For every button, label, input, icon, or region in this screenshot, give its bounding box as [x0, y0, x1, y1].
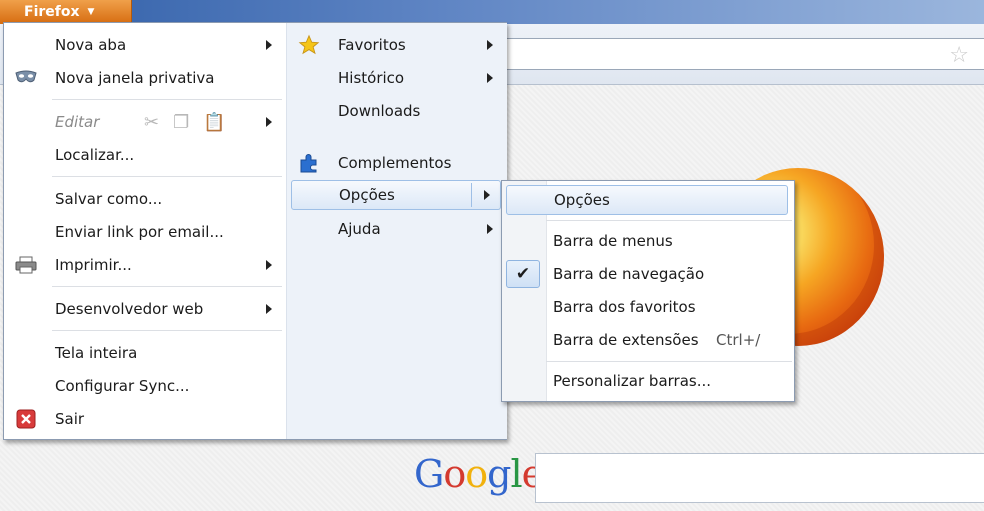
menu-item-configurar-sync[interactable]: Configurar Sync...	[4, 371, 286, 401]
chevron-down-icon: ▼	[87, 7, 95, 17]
checkmark-icon: ✔	[506, 260, 540, 288]
menu-item-label: Barra de navegação	[553, 265, 705, 283]
submenu-arrow-icon	[487, 40, 493, 50]
submenu-arrow-icon	[266, 304, 272, 314]
firefox-button-label: Firefox	[24, 4, 80, 20]
menu-item-label: Barra de extensões	[553, 331, 699, 349]
menu-item-label: Configurar Sync...	[55, 377, 190, 395]
submenu-item-barra-de-navegacao[interactable]: ✔ Barra de navegação	[502, 259, 794, 289]
menu-item-label: Editar	[55, 113, 100, 131]
menu-item-label: Desenvolvedor web	[55, 300, 204, 318]
submenu-item-barra-dos-favoritos[interactable]: Barra dos favoritos	[502, 292, 794, 322]
submenu-arrow-icon	[487, 73, 493, 83]
submenu-arrow-icon	[266, 260, 272, 270]
menu-item-label: Downloads	[338, 102, 421, 120]
menu-item-favoritos[interactable]: Favoritos	[287, 30, 507, 60]
menu-item-label: Histórico	[338, 69, 405, 87]
submenu-arrow-icon	[266, 117, 272, 127]
menu-item-label: Opções	[339, 186, 395, 204]
menu-item-label: Nova aba	[55, 36, 127, 54]
menu-separator	[52, 99, 282, 100]
private-mask-icon	[14, 66, 38, 90]
menu-item-label: Personalizar barras...	[553, 372, 712, 390]
paste-clipboard-icon: 📋	[203, 111, 226, 133]
edit-icons-group: ✂ ❐ 📋	[144, 112, 226, 133]
menu-item-downloads[interactable]: Downloads	[287, 96, 507, 126]
menu-item-imprimir[interactable]: Imprimir...	[4, 250, 286, 280]
submenu-item-barra-de-menus[interactable]: Barra de menus	[502, 226, 794, 256]
submenu-item-barra-de-extensoes[interactable]: Barra de extensões Ctrl+/	[502, 325, 794, 355]
menu-item-label: Barra de menus	[553, 232, 673, 250]
menu-separator	[546, 220, 792, 221]
url-bar[interactable]: ☆	[490, 38, 984, 70]
menu-item-label: Complementos	[338, 154, 452, 172]
close-icon	[14, 407, 38, 431]
menu-item-label: Favoritos	[338, 36, 406, 54]
printer-icon	[14, 253, 38, 277]
menu-left-column: Nova aba Nova janela privativa Editar ✂ …	[4, 23, 286, 439]
menu-item-nova-janela-privativa[interactable]: Nova janela privativa	[4, 63, 286, 93]
menu-item-label: Localizar...	[55, 146, 135, 164]
google-logo: Google	[414, 452, 544, 496]
menu-item-label: Enviar link por email...	[55, 223, 224, 241]
menu-item-ajuda[interactable]: Ajuda	[287, 214, 507, 244]
menu-separator	[52, 286, 282, 287]
search-input[interactable]	[535, 453, 984, 503]
submenu-item-opcoes[interactable]: Opções	[506, 185, 788, 215]
firefox-app-menu: Nova aba Nova janela privativa Editar ✂ …	[3, 22, 507, 440]
menu-item-label: Nova janela privativa	[55, 69, 215, 87]
menu-item-label: Ajuda	[338, 220, 381, 238]
menu-item-tela-inteira[interactable]: Tela inteira	[4, 338, 286, 368]
copy-icon: ❐	[173, 111, 190, 133]
menu-separator	[52, 330, 282, 331]
menu-separator	[52, 176, 282, 177]
bookmark-star-icon[interactable]: ☆	[949, 43, 969, 68]
menu-item-opcoes[interactable]: Opções	[291, 180, 501, 210]
submenu-item-personalizar-barras[interactable]: Personalizar barras...	[502, 366, 794, 396]
menu-item-label: Tela inteira	[55, 344, 138, 362]
window-titlebar: Firefox ▼	[0, 0, 984, 24]
star-icon	[297, 33, 321, 57]
menu-item-label: Salvar como...	[55, 190, 163, 208]
submenu-arrow-icon	[266, 40, 272, 50]
firefox-menu-button[interactable]: Firefox ▼	[0, 0, 132, 24]
menu-separator	[546, 361, 792, 362]
menu-item-label: Imprimir...	[55, 256, 132, 274]
menu-item-salvar-como[interactable]: Salvar como...	[4, 184, 286, 214]
opcoes-submenu: Opções Barra de menus ✔ Barra de navegaç…	[501, 180, 795, 402]
submenu-arrow-icon	[487, 224, 493, 234]
shortcut-label: Ctrl+/	[716, 331, 761, 349]
submenu-arrow-icon	[484, 190, 490, 200]
menu-item-enviar-link[interactable]: Enviar link por email...	[4, 217, 286, 247]
menu-item-sair[interactable]: Sair	[4, 404, 286, 434]
menu-item-complementos[interactable]: Complementos	[287, 148, 507, 178]
menu-item-editar[interactable]: Editar ✂ ❐ 📋	[4, 107, 286, 137]
menu-item-nova-aba[interactable]: Nova aba	[4, 30, 286, 60]
menu-right-column: Favoritos Histórico Downloads Complement…	[286, 23, 507, 439]
menu-item-localizar[interactable]: Localizar...	[4, 140, 286, 170]
cut-scissors-icon: ✂	[144, 111, 160, 133]
menu-item-label: Barra dos favoritos	[553, 298, 696, 316]
menu-item-label: Sair	[55, 410, 85, 428]
split-divider	[471, 183, 472, 207]
menu-item-desenvolvedor-web[interactable]: Desenvolvedor web	[4, 294, 286, 324]
menu-item-label: Opções	[554, 191, 610, 209]
puzzle-icon	[297, 151, 321, 175]
menu-item-historico[interactable]: Histórico	[287, 63, 507, 93]
